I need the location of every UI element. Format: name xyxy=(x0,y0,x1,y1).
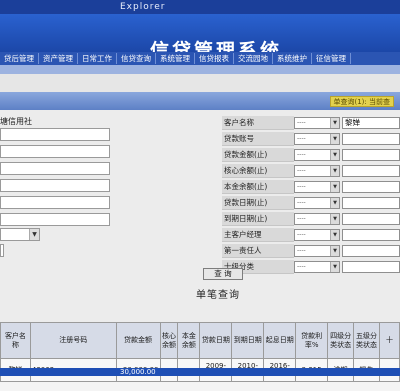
select-first-responsible[interactable]: ---- ▼ xyxy=(294,245,340,257)
input-due-date[interactable] xyxy=(342,213,400,225)
highlight-amount: 30,000.00 xyxy=(120,368,156,376)
select-loan-date[interactable]: ---- ▼ xyxy=(294,197,340,209)
col-value-date: 起息日期 xyxy=(263,322,297,359)
chevron-down-icon: ▼ xyxy=(29,229,39,240)
menu-item-credit-reference[interactable]: 征信管理 xyxy=(312,53,351,64)
select-value: ---- xyxy=(297,263,306,270)
col-five-level-status: 五级分类状态 xyxy=(353,322,380,359)
app-banner: 信贷管理系统 xyxy=(0,14,400,62)
chevron-down-icon: ▼ xyxy=(330,262,339,272)
select-value: ---- xyxy=(297,183,306,190)
select-due-date[interactable]: ---- ▼ xyxy=(294,213,340,225)
select-value: ---- xyxy=(297,167,306,174)
select-value: ---- xyxy=(297,135,306,142)
query-status-badge: 单查询(1): 当前查 xyxy=(329,96,394,107)
left-field-5[interactable] xyxy=(0,196,110,209)
col-loan-date: 贷款日期 xyxy=(199,322,233,359)
left-select[interactable]: ▼ xyxy=(0,228,40,241)
main-menu: 贷后管理 资产管理 日常工作 信贷查询 系统管理 信贷报表 交流园地 系统维护 … xyxy=(0,52,400,65)
col-registration-no: 注册号码 xyxy=(29,322,117,359)
chevron-down-icon: ▼ xyxy=(330,230,339,240)
select-loan-account[interactable]: ---- ▼ xyxy=(294,133,340,145)
chevron-down-icon: ▼ xyxy=(330,118,339,128)
spacer xyxy=(0,74,400,92)
left-field-7[interactable] xyxy=(0,244,4,257)
col-customer-name: 客户名称 xyxy=(0,322,31,359)
select-value: ---- xyxy=(297,247,306,254)
menu-item-post-loan[interactable]: 贷后管理 xyxy=(0,53,39,64)
menu-item-forum[interactable]: 交流园地 xyxy=(234,53,273,64)
input-ten-level-class[interactable] xyxy=(342,261,400,273)
app-window: Explorer 信贷管理系统 贷后管理 资产管理 日常工作 信贷查询 系统管理… xyxy=(0,0,400,391)
section-title: 单笔查询 xyxy=(196,290,240,301)
chevron-down-icon: ▼ xyxy=(330,150,339,160)
chevron-down-icon: ▼ xyxy=(330,198,339,208)
left-field-2[interactable] xyxy=(0,145,110,158)
menu-item-assets[interactable]: 资产管理 xyxy=(39,53,78,64)
label-loan-amount: 贷款金额(止) xyxy=(222,148,294,162)
selected-row-highlight[interactable]: 30,000.00 xyxy=(0,368,400,376)
unit-label: 塘信用社 xyxy=(0,117,32,126)
label-account-manager: 主客户经理 xyxy=(222,228,294,242)
select-principal-balance[interactable]: ---- ▼ xyxy=(294,181,340,193)
select-ten-level-class[interactable]: ---- ▼ xyxy=(294,261,340,273)
menu-item-reports[interactable]: 信贷报表 xyxy=(195,53,234,64)
select-value: ---- xyxy=(297,119,306,126)
col-due-date: 到期日期 xyxy=(231,322,265,359)
col-principal-balance: 本金余额 xyxy=(177,322,201,359)
input-first-responsible[interactable] xyxy=(342,245,400,257)
left-field-1[interactable] xyxy=(0,128,110,141)
select-value: ---- xyxy=(297,151,306,158)
col-ten-level: 十 xyxy=(378,322,400,359)
col-loan-amount: 贷款金额 xyxy=(115,322,161,359)
select-value: ---- xyxy=(297,231,306,238)
sub-bar xyxy=(0,65,400,74)
menu-item-maintenance[interactable]: 系统维护 xyxy=(273,53,312,64)
select-loan-amount[interactable]: ---- ▼ xyxy=(294,149,340,161)
window-title-bar: Explorer xyxy=(0,0,400,14)
input-principal-balance[interactable] xyxy=(342,181,400,193)
select-account-manager[interactable]: ---- ▼ xyxy=(294,229,340,241)
col-four-level-status: 四级分类状态 xyxy=(327,322,355,359)
left-field-3[interactable] xyxy=(0,162,110,175)
left-field-6[interactable] xyxy=(0,213,110,226)
label-first-responsible: 第一责任人 xyxy=(222,244,294,258)
col-core-balance: 核心余额 xyxy=(159,322,179,359)
input-loan-date[interactable] xyxy=(342,197,400,209)
select-customer-name[interactable]: ---- ▼ xyxy=(294,117,340,129)
search-button[interactable]: 查 询 xyxy=(203,268,243,280)
input-loan-amount[interactable] xyxy=(342,149,400,161)
input-account-manager[interactable] xyxy=(342,229,400,241)
menu-item-credit-query[interactable]: 信贷查询 xyxy=(117,53,156,64)
label-core-balance: 核心余额(止) xyxy=(222,164,294,178)
label-customer-name: 客户名称 xyxy=(222,116,294,130)
menu-item-system[interactable]: 系统管理 xyxy=(156,53,195,64)
col-interest-rate: 贷款利率% xyxy=(295,322,329,359)
input-customer-name[interactable]: 黎婵 xyxy=(342,117,400,129)
chevron-down-icon: ▼ xyxy=(330,134,339,144)
page-toolbar: 单查询(1): 当前查 xyxy=(0,92,400,110)
window-title: Explorer xyxy=(120,2,166,12)
label-principal-balance: 本金余额(止) xyxy=(222,180,294,194)
label-due-date: 到期日期(止) xyxy=(222,212,294,226)
menu-item-daily-work[interactable]: 日常工作 xyxy=(78,53,117,64)
table-header-row: 客户名称 注册号码 贷款金额 核心余额 本金余额 贷款日期 到期日期 起息日期 … xyxy=(0,322,400,359)
chevron-down-icon: ▼ xyxy=(330,246,339,256)
select-value: ---- xyxy=(297,199,306,206)
select-value: ---- xyxy=(297,215,306,222)
label-loan-date: 贷款日期(止) xyxy=(222,196,294,210)
label-loan-account: 贷款账号 xyxy=(222,132,294,146)
chevron-down-icon: ▼ xyxy=(330,214,339,224)
select-core-balance[interactable]: ---- ▼ xyxy=(294,165,340,177)
left-field-4[interactable] xyxy=(0,179,110,192)
input-loan-account[interactable] xyxy=(342,133,400,145)
results-table-container: 客户名称 注册号码 贷款金额 核心余额 本金余额 贷款日期 到期日期 起息日期 … xyxy=(0,322,400,391)
chevron-down-icon: ▼ xyxy=(330,166,339,176)
chevron-down-icon: ▼ xyxy=(330,182,339,192)
input-core-balance[interactable] xyxy=(342,165,400,177)
